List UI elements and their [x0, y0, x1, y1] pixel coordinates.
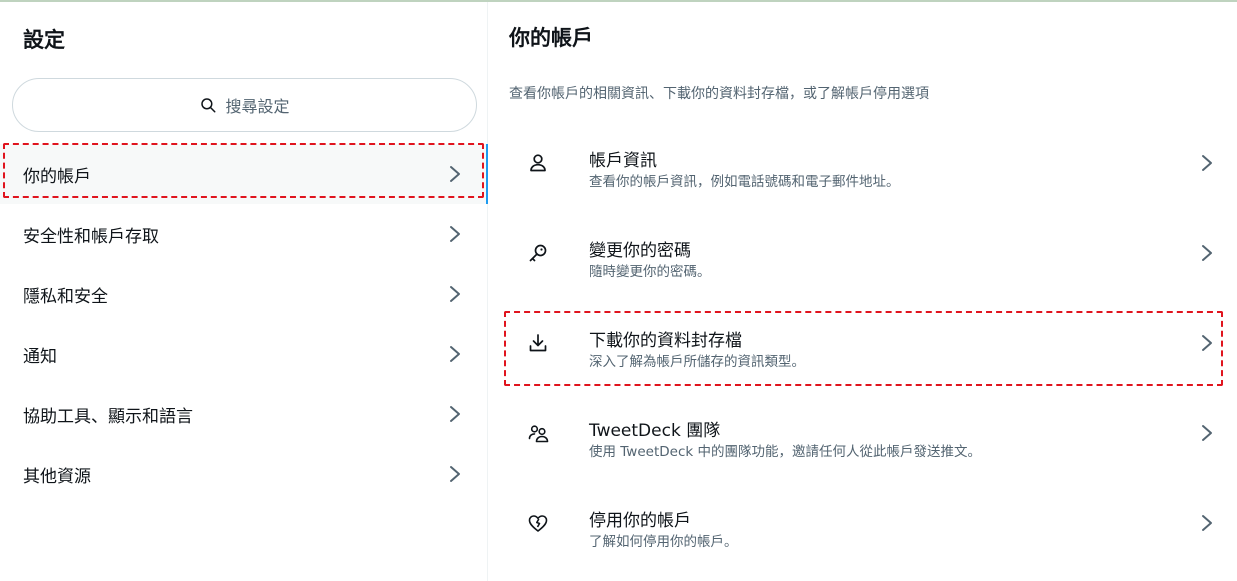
option-subtitle: 深入了解為帳戶所儲存的資訊類型。 [589, 354, 805, 370]
chevron-right-icon [447, 283, 463, 305]
key-icon [526, 241, 550, 265]
search-placeholder: 搜尋設定 [225, 97, 290, 116]
chevron-right-icon [1199, 512, 1215, 534]
sidebar-item-label: 你的帳戶 [23, 166, 91, 187]
download-icon [526, 331, 550, 355]
settings-sidebar: 設定 搜尋設定 你的帳戶 安全性和帳戶存取 隱私和安全 通知 協助工具、顯示和語… [0, 2, 488, 581]
sidebar-item-label: 協助工具、顯示和語言 [23, 406, 193, 427]
person-icon [526, 151, 550, 175]
chevron-right-icon [447, 223, 463, 245]
sidebar-item-notifications[interactable]: 通知 [0, 324, 487, 384]
sidebar-item-accessibility[interactable]: 協助工具、顯示和語言 [0, 384, 487, 444]
option-title: 停用你的帳戶 [589, 511, 691, 531]
chevron-right-icon [447, 343, 463, 365]
settings-menu: 你的帳戶 安全性和帳戶存取 隱私和安全 通知 協助工具、顯示和語言 其他資源 [0, 144, 488, 504]
chevron-right-icon [447, 403, 463, 425]
section-title: 你的帳戶 [509, 26, 593, 50]
chevron-right-icon [447, 463, 463, 485]
chevron-right-icon [1199, 332, 1215, 354]
sidebar-item-label: 安全性和帳戶存取 [23, 226, 159, 247]
option-account-info[interactable]: 帳戶資訊 查看你的帳戶資訊，例如電話號碼和電子郵件地址。 [488, 118, 1237, 208]
section-description: 查看你帳戶的相關資訊、下載你的資料封存檔，或了解帳戶停用選項 [509, 86, 929, 102]
option-subtitle: 隨時變更你的密碼。 [589, 264, 711, 280]
option-title: 變更你的密碼 [589, 241, 691, 261]
search-input[interactable]: 搜尋設定 [12, 78, 477, 132]
chevron-right-icon [447, 163, 463, 185]
option-title: TweetDeck 團隊 [589, 421, 721, 441]
sidebar-item-label: 隱私和安全 [23, 286, 108, 307]
sidebar-item-resources[interactable]: 其他資源 [0, 444, 487, 504]
option-change-password[interactable]: 變更你的密碼 隨時變更你的密碼。 [488, 208, 1237, 298]
search-icon [199, 96, 217, 114]
option-subtitle: 查看你的帳戶資訊，例如電話號碼和電子郵件地址。 [589, 174, 900, 190]
team-icon [526, 421, 550, 445]
chevron-right-icon [1199, 152, 1215, 174]
sidebar-item-your-account[interactable]: 你的帳戶 [0, 144, 488, 204]
page-title: 設定 [23, 28, 65, 52]
option-title: 下載你的資料封存檔 [589, 331, 742, 351]
chevron-right-icon [1199, 242, 1215, 264]
option-subtitle: 了解如何停用你的帳戶。 [589, 534, 738, 550]
sidebar-item-label: 其他資源 [23, 466, 91, 487]
sidebar-item-privacy[interactable]: 隱私和安全 [0, 264, 487, 324]
account-panel: 你的帳戶 查看你帳戶的相關資訊、下載你的資料封存檔，或了解帳戶停用選項 帳戶資訊… [488, 2, 1237, 581]
chevron-right-icon [1199, 422, 1215, 444]
option-download-archive[interactable]: 下載你的資料封存檔 深入了解為帳戶所儲存的資訊類型。 [488, 298, 1237, 388]
sidebar-item-security[interactable]: 安全性和帳戶存取 [0, 204, 487, 264]
option-title: 帳戶資訊 [589, 151, 657, 171]
option-deactivate-account[interactable]: 停用你的帳戶 了解如何停用你的帳戶。 [488, 478, 1237, 568]
sidebar-item-label: 通知 [23, 346, 57, 367]
option-tweetdeck-teams[interactable]: TweetDeck 團隊 使用 TweetDeck 中的團隊功能，邀請任何人從此… [488, 388, 1237, 478]
option-subtitle: 使用 TweetDeck 中的團隊功能，邀請任何人從此帳戶發送推文。 [589, 444, 981, 460]
broken-heart-icon [526, 511, 550, 535]
